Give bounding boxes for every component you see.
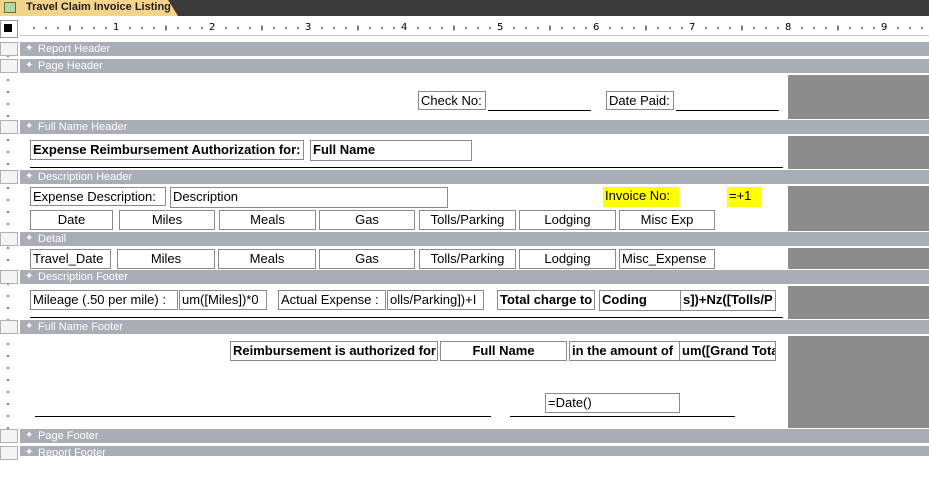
date-paid-label[interactable]: Date Paid: — [606, 91, 674, 110]
ruler-number: 5 — [497, 22, 504, 33]
gray-area — [788, 136, 929, 169]
band-description-header[interactable]: ✦ Description Header — [20, 170, 929, 184]
band-page-header[interactable]: ✦ Page Header — [20, 59, 929, 73]
footer-full-name-field[interactable]: Full Name — [440, 341, 567, 361]
section-selector-full-name-footer[interactable] — [0, 320, 18, 334]
band-full-name-footer[interactable]: ✦ Full Name Footer — [20, 320, 929, 334]
ruler-number: 8 — [785, 22, 792, 33]
band-label: Report Header — [38, 43, 111, 55]
detail-field-meals[interactable]: Meals — [218, 249, 316, 269]
actual-expense-field[interactable]: olls/Parking])+I — [387, 290, 484, 310]
gray-area — [788, 248, 929, 269]
ruler-number: 3 — [305, 22, 312, 33]
detail-field-misc-expense[interactable]: Misc_Expense — [619, 249, 715, 269]
detail-field-travel-date[interactable]: Travel_Date — [30, 249, 111, 269]
divider-line — [30, 317, 783, 318]
vertical-ruler — [0, 40, 18, 460]
section-selector-page-header[interactable] — [0, 59, 18, 73]
band-arrow-icon: ✦ — [25, 121, 34, 132]
band-description-footer[interactable]: ✦ Description Footer — [20, 270, 929, 284]
invoice-no-field[interactable]: =+1 — [727, 187, 761, 207]
column-header-gas[interactable]: Gas — [319, 210, 415, 230]
auth-label[interactable]: Expense Reimbursement Authorization for: — [30, 140, 304, 160]
invoice-no-label[interactable]: Invoice No: — [603, 187, 679, 207]
date-paid-line — [676, 110, 779, 111]
column-header-tolls-parking[interactable]: Tolls/Parking — [419, 210, 516, 230]
gray-area — [788, 336, 929, 428]
section-selector-report-header[interactable] — [0, 42, 18, 56]
check-no-line — [488, 110, 591, 111]
section-selector-description-footer[interactable] — [0, 270, 18, 284]
gray-area — [788, 186, 929, 231]
band-label: Page Header — [38, 60, 103, 72]
column-header-date[interactable]: Date — [30, 210, 113, 230]
detail-field-tolls-parking[interactable]: Tolls/Parking — [419, 249, 516, 269]
band-label: Report Footer — [38, 447, 106, 456]
mileage-field[interactable]: um([Miles])*0 — [179, 290, 267, 310]
band-label: Description Header — [38, 171, 133, 183]
column-header-miles[interactable]: Miles — [119, 210, 215, 230]
band-arrow-icon: ✦ — [25, 171, 34, 182]
band-label: Full Name Footer — [38, 321, 123, 333]
band-label: Detail — [38, 233, 67, 245]
total-charge-label[interactable]: Total charge to — [497, 290, 595, 310]
band-arrow-icon: ✦ — [25, 430, 34, 441]
mileage-label[interactable]: Mileage (.50 per mile) : — [30, 290, 178, 310]
band-arrow-icon: ✦ — [25, 60, 34, 71]
band-arrow-icon: ✦ — [25, 233, 34, 244]
detail-field-miles[interactable]: Miles — [117, 249, 215, 269]
section-selector-report-footer[interactable] — [0, 446, 18, 460]
band-report-footer[interactable]: ✦ Report Footer — [20, 446, 929, 456]
ruler-number: 1 — [113, 22, 120, 33]
band-arrow-icon: ✦ — [25, 321, 34, 332]
column-header-lodging[interactable]: Lodging — [519, 210, 616, 230]
report-selector-icon — [4, 24, 12, 32]
band-arrow-icon: ✦ — [25, 447, 34, 456]
band-arrow-icon: ✦ — [25, 271, 34, 282]
coding-field[interactable]: Coding — [599, 290, 681, 311]
date-field[interactable]: =Date() — [545, 393, 680, 413]
band-label: Description Footer — [38, 271, 128, 283]
band-page-footer[interactable]: ✦ Page Footer — [20, 429, 929, 443]
ruler-number: 2 — [209, 22, 216, 33]
signature-line — [35, 416, 491, 417]
horizontal-ruler — [20, 20, 929, 36]
gray-area — [788, 286, 929, 319]
full-name-field[interactable]: Full Name — [310, 140, 472, 161]
ruler-number: 4 — [401, 22, 408, 33]
detail-field-lodging[interactable]: Lodging — [519, 249, 616, 269]
gray-area — [788, 75, 929, 119]
amount-label[interactable]: in the amount of — [569, 341, 680, 361]
band-full-name-header[interactable]: ✦ Full Name Header — [20, 120, 929, 134]
band-label: Full Name Header — [38, 121, 128, 133]
report-icon — [4, 2, 16, 13]
column-header-meals[interactable]: Meals — [219, 210, 316, 230]
band-detail[interactable]: ✦ Detail — [20, 232, 929, 246]
total-charge-field[interactable]: s])+Nz([Tolls/P — [680, 290, 776, 311]
ruler-number: 7 — [689, 22, 696, 33]
document-tab-title: Travel Claim Invoice Listing — [26, 1, 171, 13]
band-report-header[interactable]: ✦ Report Header — [20, 42, 929, 56]
section-selector-description-header[interactable] — [0, 170, 18, 184]
description-field[interactable]: Description — [170, 187, 448, 208]
section-selector-full-name-header[interactable] — [0, 120, 18, 134]
authorized-label[interactable]: Reimbursement is authorized for — [230, 341, 438, 361]
check-no-label[interactable]: Check No: — [418, 91, 486, 110]
ruler-number: 6 — [593, 22, 600, 33]
detail-field-gas[interactable]: Gas — [319, 249, 415, 269]
grand-total-field[interactable]: um([Grand Tota — [679, 341, 776, 361]
section-selector-detail[interactable] — [0, 232, 18, 246]
section-selector-page-footer[interactable] — [0, 429, 18, 443]
ruler-number: 9 — [881, 22, 888, 33]
actual-expense-label[interactable]: Actual Expense : — [278, 290, 386, 310]
date-line — [510, 416, 735, 417]
band-arrow-icon: ✦ — [25, 43, 34, 54]
expense-description-label[interactable]: Expense Description: — [30, 187, 166, 206]
band-label: Page Footer — [38, 430, 99, 442]
divider-line — [30, 167, 783, 168]
column-header-misc-exp[interactable]: Misc Exp — [619, 210, 715, 230]
